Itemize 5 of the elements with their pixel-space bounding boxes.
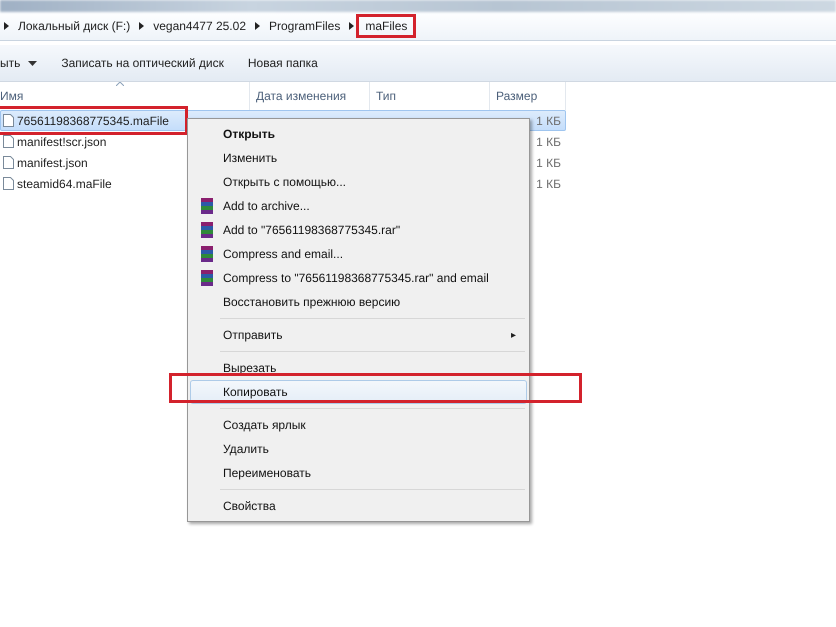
file-size: 1 КБ <box>535 156 562 170</box>
file-size: 1 КБ <box>535 134 562 148</box>
file-size: 1 КБ <box>535 114 562 128</box>
file-size: 1 КБ <box>535 176 562 190</box>
submenu-arrow: ▸ <box>511 329 516 341</box>
